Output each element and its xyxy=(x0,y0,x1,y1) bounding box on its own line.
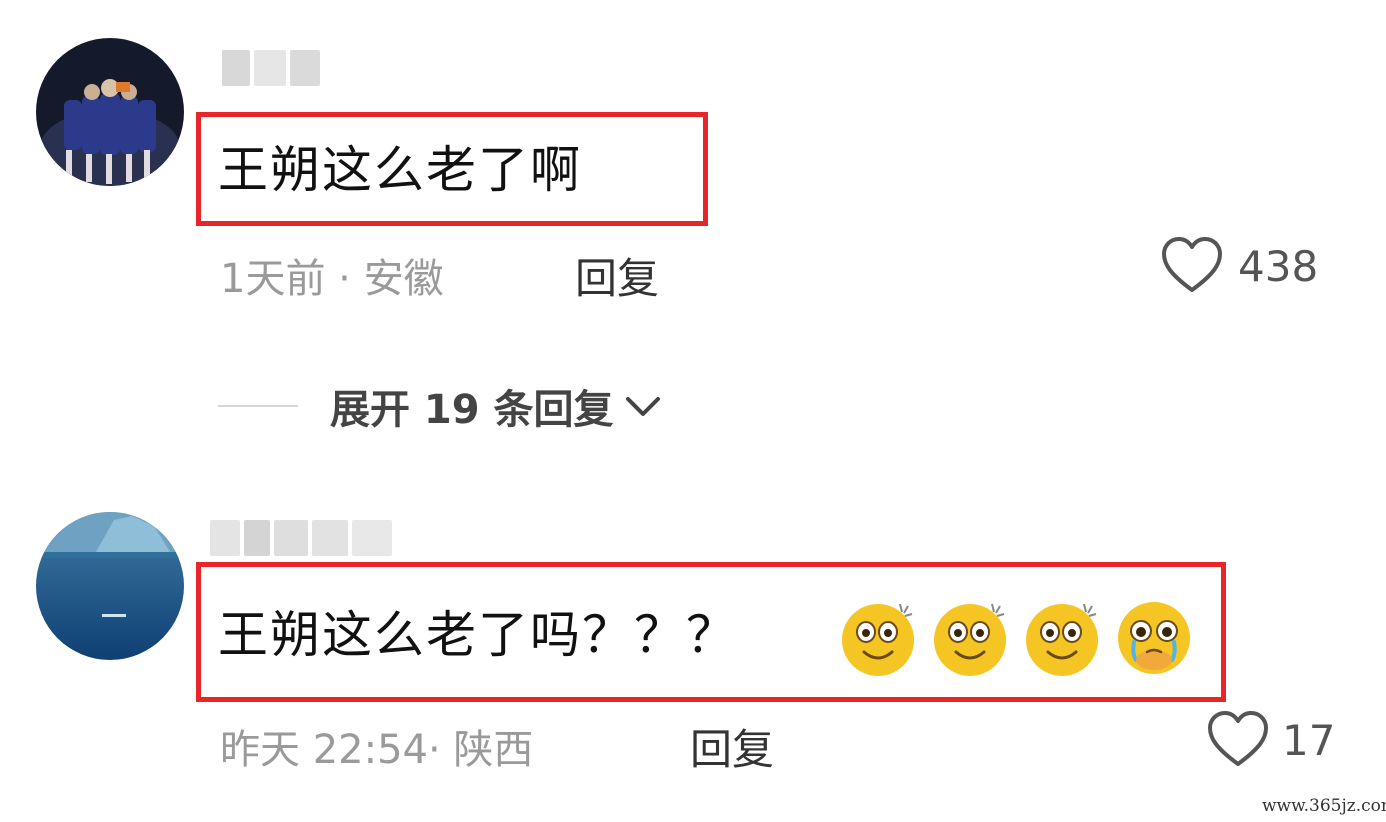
comment-1-meta: 1天前 · 安徽 xyxy=(220,256,444,302)
comment-2-emojis xyxy=(838,598,1194,678)
crying-emoji xyxy=(1118,602,1190,674)
comment-2-avatar[interactable] xyxy=(36,512,184,660)
watermark: www.365jz.com xyxy=(1262,796,1386,816)
comment-1-like-button[interactable]: 438 xyxy=(1160,236,1340,296)
smile-emoji xyxy=(1026,603,1098,676)
comment-1-text: 王朔这么老了啊 xyxy=(218,141,582,199)
comment-2-like-count: 17 xyxy=(1282,716,1336,765)
chevron-down-icon xyxy=(625,397,660,416)
heart-icon xyxy=(1208,711,1268,766)
comment-2-reply-button[interactable]: 回复 xyxy=(690,716,774,777)
comment-1-like-count: 438 xyxy=(1238,242,1319,291)
comment-1-username[interactable] xyxy=(222,50,320,86)
comment-2-meta: 昨天 22:54· 陕西 xyxy=(220,727,534,773)
smile-emoji xyxy=(934,603,1006,676)
expand-replies-divider xyxy=(218,405,298,407)
comment-2-text: 王朔这么老了吗？？？ xyxy=(218,606,738,664)
heart-icon xyxy=(1162,237,1222,292)
expand-replies-button[interactable]: 展开 19 条回复 xyxy=(330,378,662,434)
comment-1-avatar[interactable] xyxy=(36,38,184,186)
comment-1-reply-button[interactable]: 回复 xyxy=(575,245,659,306)
smile-emoji xyxy=(842,603,914,676)
comment-2-username[interactable] xyxy=(210,520,392,556)
expand-replies-label: 展开 19 条回复 xyxy=(330,387,614,433)
comment-2-like-button[interactable]: 17 xyxy=(1206,710,1346,770)
